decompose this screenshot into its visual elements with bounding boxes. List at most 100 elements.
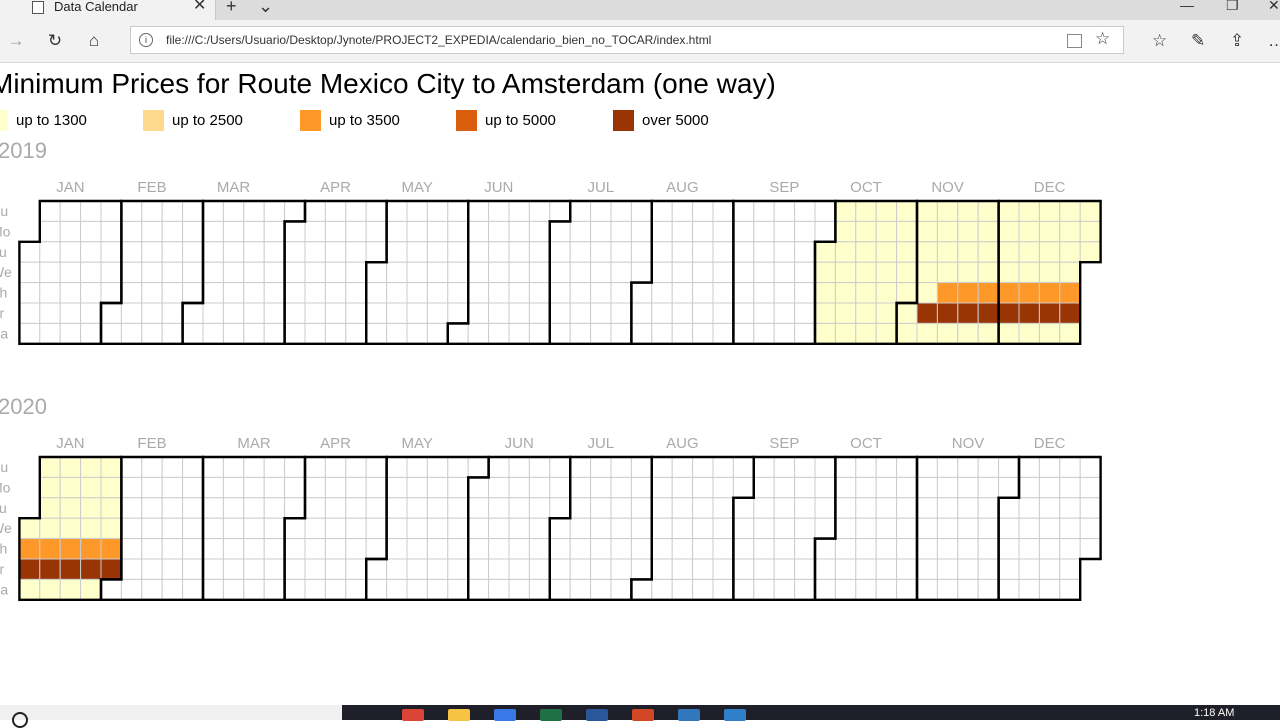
forward-arrow-icon[interactable]: → [4,29,28,53]
day-cell [773,200,796,222]
day-cell [977,456,1000,478]
day-cell [59,497,82,519]
new-tab-button[interactable]: + [226,0,237,15]
pen-icon[interactable]: ✎ [1191,29,1205,53]
day-cell [426,261,449,284]
day-cell [916,261,938,284]
day-cell [488,517,510,540]
day-cell [732,200,755,222]
day-cell [304,322,326,345]
refresh-icon[interactable]: ↻ [43,29,67,53]
tab-close-icon[interactable]: ✕ [193,0,206,14]
day-cell [324,241,347,263]
day-cell [345,282,367,304]
day-cell [569,282,592,304]
day-cell [467,261,490,284]
day-cell [630,497,653,519]
day-cell [651,322,673,345]
day-cell [120,497,143,519]
day-cell [957,282,979,304]
day-cell [202,302,224,324]
day-cell [936,322,959,345]
maximize-icon[interactable]: ❐ [1226,0,1239,13]
day-cell [957,302,979,324]
day-cell [39,558,61,580]
home-icon[interactable]: ⌂ [82,29,106,53]
day-cell [508,302,530,324]
day-cell [671,538,694,560]
day-cell [243,282,265,304]
month-label: FEB [137,179,166,196]
day-cell [488,538,510,560]
more-icon[interactable]: … [1268,29,1280,53]
day-cell [1059,456,1081,478]
month-label: MAY [401,179,432,196]
day-cell [202,282,224,304]
day-cell [100,517,122,540]
taskbar-search-box[interactable] [0,705,342,728]
day-cell [998,517,1020,540]
day-cell [202,558,224,580]
day-cell [324,538,347,560]
favorite-star-icon[interactable]: ☆ [1095,29,1110,49]
tab-list-button[interactable]: ⌄ [258,0,273,15]
window-close-icon[interactable]: ✕ [1268,0,1280,13]
day-cell [875,220,898,243]
day-cell [202,241,224,263]
day-cell [39,322,61,345]
day-cell [263,282,286,304]
vscode-icon[interactable] [724,709,746,721]
day-cell [998,538,1020,560]
day-cell [263,261,286,284]
day-cell [1059,497,1081,519]
favorites-list-icon[interactable]: ☆ [1152,29,1167,53]
day-cell [284,538,306,560]
day-cell [59,220,82,243]
day-cell [39,517,61,540]
day-cell [855,200,877,222]
word-icon[interactable] [586,709,608,721]
edge-icon[interactable] [678,709,700,721]
month-label: NOV [931,179,964,196]
day-cell [794,497,816,519]
store-icon[interactable] [494,709,516,721]
day-cell [936,578,959,601]
file-explorer-icon[interactable] [448,709,470,721]
reading-view-icon[interactable] [1067,34,1082,48]
day-cell [447,302,469,324]
legend-label: over 5000 [642,112,709,129]
day-cell [590,200,612,222]
day-cell [651,282,673,304]
browser-tab-active[interactable]: Data Calendar ✕ [0,0,216,20]
day-cell [916,282,938,304]
day-cell [324,220,347,243]
day-cell [120,322,143,345]
day-cell [651,456,673,478]
day-cell [732,517,755,540]
minimize-icon[interactable]: — [1180,0,1194,13]
info-icon[interactable]: i [139,33,153,47]
day-cell [875,282,898,304]
day-cell [488,322,510,345]
address-url[interactable]: file:///C:/Users/Usuario/Desktop/Jynote/… [166,33,711,47]
day-cell [998,302,1020,324]
day-cell [120,200,143,222]
day-cell [59,456,82,478]
day-cell [712,302,734,324]
day-cell [753,241,775,263]
day-cell [528,578,551,601]
excel-icon[interactable] [540,709,562,721]
month-label: OCT [850,179,882,196]
day-cell [773,558,796,580]
share-icon[interactable]: ⇪ [1230,29,1244,53]
day-cell [467,200,490,222]
day-cell [263,241,286,263]
day-cell [365,282,388,304]
day-cell [386,322,408,345]
powerpoint-icon[interactable] [632,709,654,721]
day-cell [834,517,857,540]
day-cell [304,282,326,304]
address-bar[interactable]: i file:///C:/Users/Usuario/Desktop/Jynot… [130,26,1124,54]
chrome-icon[interactable] [402,709,424,721]
day-cell [1038,282,1061,304]
